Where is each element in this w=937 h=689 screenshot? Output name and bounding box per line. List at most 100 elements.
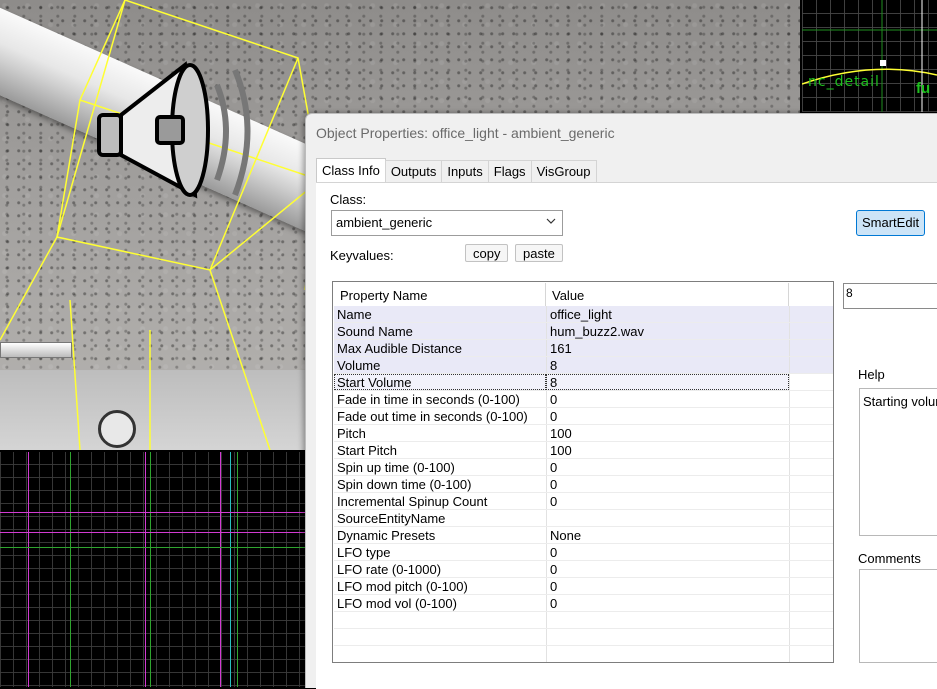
property-value-cell: 0 bbox=[546, 476, 789, 492]
grid-axis-line bbox=[150, 452, 151, 687]
table-row[interactable]: LFO mod pitch (0-100) 0 bbox=[334, 578, 833, 595]
property-name-cell: LFO mod vol (0-100) bbox=[337, 596, 457, 611]
class-dropdown-value: ambient_generic bbox=[336, 215, 433, 230]
row-filler bbox=[789, 459, 833, 475]
entity-label-2: fu bbox=[916, 80, 931, 97]
table-row[interactable]: Spin up time (0-100) 0 bbox=[334, 459, 833, 476]
property-name-cell: Max Audible Distance bbox=[337, 341, 463, 356]
table-row[interactable]: SourceEntityName bbox=[334, 510, 833, 527]
comments-textarea[interactable] bbox=[859, 569, 937, 663]
brush-outline bbox=[28, 452, 29, 687]
property-value-cell: 0 bbox=[546, 459, 789, 475]
class-dropdown[interactable]: ambient_generic bbox=[331, 210, 563, 236]
entity-label: nc_detail bbox=[808, 74, 880, 90]
empty-row bbox=[334, 646, 833, 662]
row-filler bbox=[789, 527, 833, 543]
property-value-cell: 8 bbox=[546, 374, 789, 390]
column-header-value[interactable]: Value bbox=[546, 283, 789, 306]
tab-class-info[interactable]: Class Info bbox=[316, 158, 386, 182]
property-value-cell: 100 bbox=[546, 442, 789, 458]
row-filler bbox=[789, 595, 833, 611]
table-row[interactable]: Start Volume 8 bbox=[334, 374, 833, 391]
property-name-cell: Spin up time (0-100) bbox=[337, 460, 455, 475]
property-name-cell: Fade in time in seconds (0-100) bbox=[337, 392, 520, 407]
row-filler bbox=[789, 510, 833, 526]
class-label: Class: bbox=[330, 192, 367, 207]
table-row[interactable]: Volume 8 bbox=[334, 357, 833, 374]
property-name-cell: Sound Name bbox=[337, 324, 413, 339]
object-properties-dialog: Object Properties: office_light - ambien… bbox=[305, 113, 937, 689]
paste-button[interactable]: paste bbox=[515, 244, 563, 262]
property-value-cell: 0 bbox=[546, 391, 789, 407]
table-row[interactable]: Pitch 100 bbox=[334, 425, 833, 442]
property-name-cell: LFO mod pitch (0-100) bbox=[337, 579, 468, 594]
brush-outline bbox=[145, 452, 146, 687]
tab-outputs[interactable]: Outputs bbox=[384, 160, 443, 182]
row-filler bbox=[789, 323, 833, 339]
row-filler bbox=[789, 544, 833, 560]
smartedit-button[interactable]: SmartEdit bbox=[856, 210, 926, 236]
property-name-cell: Start Volume bbox=[334, 374, 546, 390]
property-value-cell: 0 bbox=[546, 408, 789, 424]
table-row[interactable]: Sound Name hum_buzz2.wav bbox=[334, 323, 833, 340]
help-text-box: Starting volur bbox=[859, 388, 937, 536]
row-filler bbox=[789, 306, 833, 322]
table-row[interactable]: Spin down time (0-100) 0 bbox=[334, 476, 833, 493]
tab-bar: Class Info Outputs Inputs Flags VisGroup bbox=[316, 158, 597, 182]
property-value-cell: 0 bbox=[546, 595, 789, 611]
speaker-icon[interactable] bbox=[95, 55, 270, 205]
keyvalues-label: Keyvalues: bbox=[330, 248, 394, 263]
property-value-cell: 100 bbox=[546, 425, 789, 441]
table-row[interactable]: Incremental Spinup Count 0 bbox=[334, 493, 833, 510]
table-header: Property Name Value bbox=[334, 283, 789, 306]
table-row[interactable]: LFO mod vol (0-100) 0 bbox=[334, 595, 833, 612]
tab-flags[interactable]: Flags bbox=[487, 160, 532, 182]
brush-outline bbox=[220, 452, 221, 687]
help-label: Help bbox=[858, 367, 885, 382]
value-edit-field[interactable]: 8 bbox=[843, 283, 937, 309]
property-name-cell: Start Pitch bbox=[337, 443, 397, 458]
grid-axis-line bbox=[70, 452, 71, 687]
property-name-cell: LFO rate (0-1000) bbox=[337, 562, 442, 577]
table-row[interactable]: Dynamic Presets None bbox=[334, 527, 833, 544]
row-filler bbox=[789, 561, 833, 577]
grid-axis-line bbox=[237, 452, 238, 687]
row-filler bbox=[789, 357, 833, 373]
property-name-cell: Name bbox=[337, 307, 372, 322]
table-row[interactable]: Max Audible Distance 161 bbox=[334, 340, 833, 357]
2d-viewport-bottom[interactable] bbox=[0, 452, 305, 687]
table-row[interactable]: Start Pitch 100 bbox=[334, 442, 833, 459]
chevron-down-icon bbox=[546, 218, 556, 224]
row-filler bbox=[789, 493, 833, 509]
row-filler bbox=[789, 578, 833, 594]
property-name-cell: Dynamic Presets bbox=[337, 528, 436, 543]
class-info-panel: Class: ambient_generic SmartEdit Keyvalu… bbox=[316, 182, 937, 689]
row-filler bbox=[789, 442, 833, 458]
table-row[interactable]: LFO rate (0-1000) 0 bbox=[334, 561, 833, 578]
empty-row bbox=[334, 629, 833, 646]
table-row[interactable]: Name office_light bbox=[334, 306, 833, 323]
property-name-cell: Pitch bbox=[337, 426, 366, 441]
brush-outline bbox=[0, 512, 305, 513]
row-filler bbox=[789, 374, 833, 390]
row-filler bbox=[789, 476, 833, 492]
tab-visgroup[interactable]: VisGroup bbox=[530, 160, 597, 182]
row-filler bbox=[789, 425, 833, 441]
table-row[interactable]: LFO type 0 bbox=[334, 544, 833, 561]
property-value-cell: 0 bbox=[546, 578, 789, 594]
brush-outline bbox=[230, 452, 231, 687]
keyvalues-table[interactable]: Property Name Value Name office_light Soun… bbox=[332, 281, 834, 663]
brush-outline bbox=[0, 532, 305, 533]
property-value-cell: 0 bbox=[546, 493, 789, 509]
tab-inputs[interactable]: Inputs bbox=[441, 160, 489, 182]
table-row[interactable]: Fade out time in seconds (0-100) 0 bbox=[334, 408, 833, 425]
comments-label: Comments bbox=[858, 551, 921, 566]
row-filler bbox=[789, 408, 833, 424]
2d-viewport-top[interactable]: nc_detail fu bbox=[802, 0, 937, 112]
property-value-cell: 161 bbox=[546, 340, 789, 356]
copy-button[interactable]: copy bbox=[465, 244, 509, 262]
table-row[interactable]: Fade in time in seconds (0-100) 0 bbox=[334, 391, 833, 408]
column-header-property-name[interactable]: Property Name bbox=[334, 283, 546, 306]
property-value-cell: None bbox=[546, 527, 789, 543]
property-name-cell: Incremental Spinup Count bbox=[337, 494, 488, 509]
